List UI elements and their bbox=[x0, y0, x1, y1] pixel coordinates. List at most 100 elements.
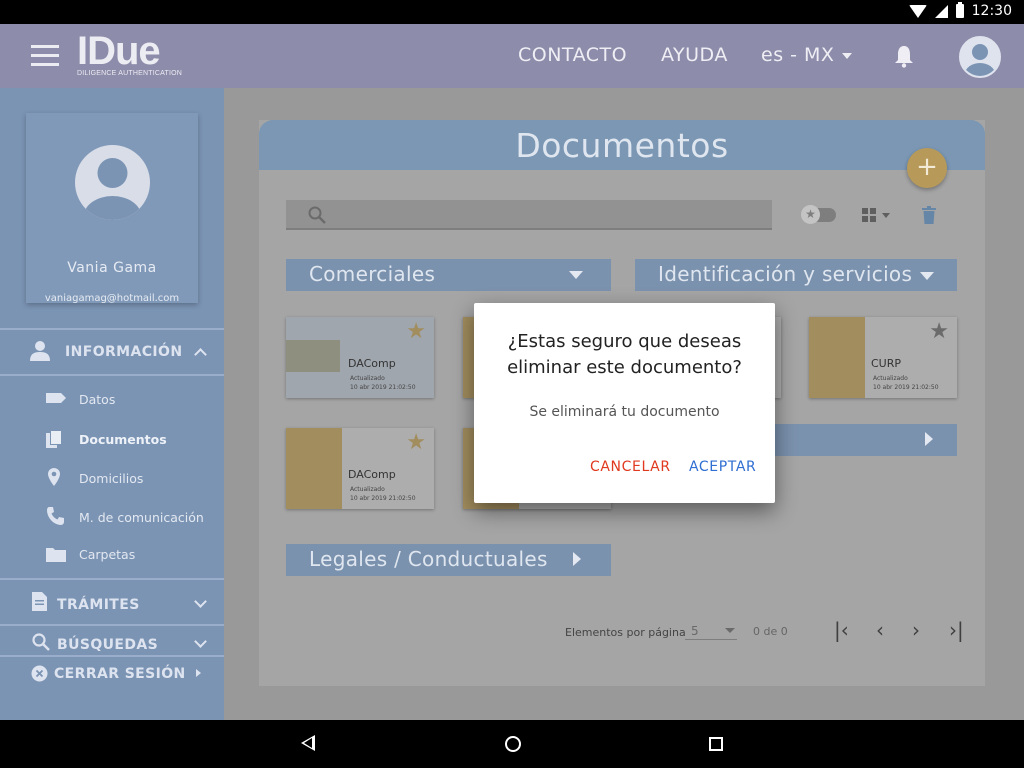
arrow-right-icon bbox=[196, 669, 201, 677]
delete-confirmation-dialog: ¿Estas seguro que deseas eliminar este d… bbox=[474, 303, 775, 503]
star-icon[interactable]: ★ bbox=[406, 321, 426, 343]
document-thumbnail bbox=[286, 428, 342, 509]
nav-contact-link[interactable]: CONTACTO bbox=[518, 44, 627, 66]
chevron-down-icon bbox=[920, 272, 934, 280]
section-tramites-label: TRÁMITES bbox=[57, 597, 140, 613]
sidebar-item-datos[interactable]: Datos bbox=[79, 392, 115, 407]
cell-signal-icon bbox=[934, 4, 948, 18]
document-icon bbox=[32, 592, 47, 611]
divider bbox=[0, 578, 224, 580]
category-legales-label: Legales / Conductuales bbox=[309, 547, 548, 571]
chevron-down-icon bbox=[194, 635, 207, 648]
search-icon bbox=[32, 633, 50, 651]
favorites-toggle[interactable]: ★ bbox=[801, 205, 836, 224]
category-comerciales-label: Comerciales bbox=[309, 262, 436, 286]
sidebar-item-domicilios[interactable]: Domicilios bbox=[79, 471, 143, 486]
wifi-icon bbox=[908, 4, 927, 18]
status-bar: 12:30 bbox=[0, 0, 1024, 24]
star-icon: ★ bbox=[801, 205, 820, 224]
document-title: DAComp bbox=[348, 357, 396, 370]
document-title: DAComp bbox=[348, 468, 396, 481]
accept-button[interactable]: ACEPTAR bbox=[689, 459, 756, 475]
section-informacion-label: INFORMACIÓN bbox=[65, 344, 183, 360]
divider bbox=[0, 655, 224, 657]
cancel-button[interactable]: CANCELAR bbox=[590, 459, 671, 475]
profile-card: Vania Gama vaniagamag@hotmail.com bbox=[26, 113, 198, 304]
category-legales[interactable]: Legales / Conductuales bbox=[286, 544, 611, 576]
profile-name: Vania Gama bbox=[67, 260, 157, 276]
chevron-right-icon bbox=[925, 432, 933, 446]
document-updated: Actualizado 10 abr 2019 21:02:50 bbox=[873, 375, 939, 391]
back-icon[interactable] bbox=[301, 735, 315, 751]
per-page-select[interactable]: 5 bbox=[685, 620, 737, 640]
logo-subtitle: DILIGENCE AUTHENTICATION bbox=[77, 70, 183, 77]
sidebar-item-documentos[interactable]: Documentos bbox=[79, 432, 167, 447]
sidebar-item-carpetas[interactable]: Carpetas bbox=[79, 547, 135, 562]
profile-email: vaniagamag@hotmail.com bbox=[44, 293, 180, 304]
dialog-message: Se eliminará tu documento bbox=[529, 404, 720, 420]
language-value: es - MX bbox=[761, 44, 835, 66]
chevron-down-icon bbox=[194, 595, 207, 608]
first-page-icon[interactable]: |‹ bbox=[834, 618, 849, 642]
page-title: Documentos bbox=[259, 120, 985, 170]
prev-page-icon[interactable]: ‹ bbox=[876, 618, 884, 642]
folder-icon bbox=[46, 548, 66, 562]
chevron-up-icon bbox=[194, 348, 207, 361]
category-collapsed-row[interactable] bbox=[774, 424, 957, 456]
category-comerciales[interactable]: Comerciales bbox=[286, 259, 611, 291]
close-circle-icon bbox=[31, 665, 48, 682]
last-page-icon[interactable]: ›| bbox=[949, 618, 964, 642]
chevron-down-icon bbox=[725, 628, 735, 633]
app-logo[interactable]: IDue DILIGENCE AUTHENTICATION bbox=[77, 29, 183, 77]
top-app-bar: IDue DILIGENCE AUTHENTICATION CONTACTO A… bbox=[0, 24, 1024, 88]
category-identificacion[interactable]: Identificación y servicios bbox=[635, 259, 957, 291]
user-avatar-icon bbox=[83, 158, 142, 220]
document-thumbnail bbox=[809, 317, 865, 398]
section-busquedas-label: BÚSQUEDAS bbox=[57, 637, 159, 653]
bell-icon[interactable] bbox=[893, 44, 915, 68]
pager-label: Elementos por página bbox=[565, 626, 686, 639]
search-icon bbox=[308, 206, 326, 224]
language-select[interactable]: es - MX bbox=[761, 44, 853, 66]
pager-range: 0 de 0 bbox=[753, 625, 788, 638]
person-icon bbox=[30, 341, 50, 361]
document-card[interactable]: ★ DAComp Actualizado 10 abr 2019 21:02:50 bbox=[286, 317, 434, 398]
chevron-down-icon bbox=[842, 52, 853, 59]
document-updated: Actualizado 10 abr 2019 21:02:50 bbox=[350, 375, 416, 391]
star-icon[interactable]: ★ bbox=[929, 321, 949, 343]
menu-icon[interactable] bbox=[31, 45, 59, 67]
add-document-button[interactable]: + bbox=[907, 148, 947, 188]
nav-help-link[interactable]: AYUDA bbox=[661, 44, 728, 66]
divider bbox=[0, 374, 224, 376]
category-identificacion-label: Identificación y servicios bbox=[658, 262, 913, 286]
documents-icon bbox=[46, 430, 62, 448]
chevron-down-icon bbox=[569, 271, 583, 279]
document-card[interactable]: ★ CURP Actualizado 10 abr 2019 21:02:50 bbox=[809, 317, 957, 398]
trash-icon[interactable] bbox=[922, 206, 936, 224]
logo-text: IDue bbox=[77, 29, 161, 73]
location-pin-icon bbox=[48, 468, 60, 486]
phone-icon bbox=[47, 507, 64, 525]
sidebar-item-comunicacion[interactable]: M. de comunicación bbox=[79, 510, 204, 525]
divider bbox=[0, 624, 224, 626]
logout-label: CERRAR SESIÓN bbox=[54, 666, 186, 682]
profile-avatar bbox=[75, 145, 150, 220]
divider bbox=[0, 328, 224, 330]
grid-view-icon[interactable] bbox=[862, 208, 890, 222]
user-avatar-button[interactable] bbox=[959, 36, 1001, 78]
dialog-title: ¿Estas seguro que deseas eliminar este d… bbox=[507, 331, 742, 378]
recent-apps-icon[interactable] bbox=[709, 737, 723, 751]
chevron-right-icon bbox=[573, 552, 581, 566]
document-title: CURP bbox=[871, 357, 902, 370]
per-page-value: 5 bbox=[691, 624, 699, 638]
user-avatar-icon bbox=[965, 44, 995, 76]
label-icon bbox=[46, 393, 66, 403]
home-icon[interactable] bbox=[505, 736, 521, 752]
document-updated: Actualizado 10 abr 2019 21:02:50 bbox=[350, 486, 416, 502]
status-time: 12:30 bbox=[971, 3, 1012, 19]
document-card[interactable]: ★ DAComp Actualizado 10 abr 2019 21:02:50 bbox=[286, 428, 434, 509]
battery-icon bbox=[955, 2, 964, 18]
next-page-icon[interactable]: › bbox=[912, 618, 920, 642]
star-icon[interactable]: ★ bbox=[406, 432, 426, 454]
search-input[interactable] bbox=[286, 200, 772, 230]
